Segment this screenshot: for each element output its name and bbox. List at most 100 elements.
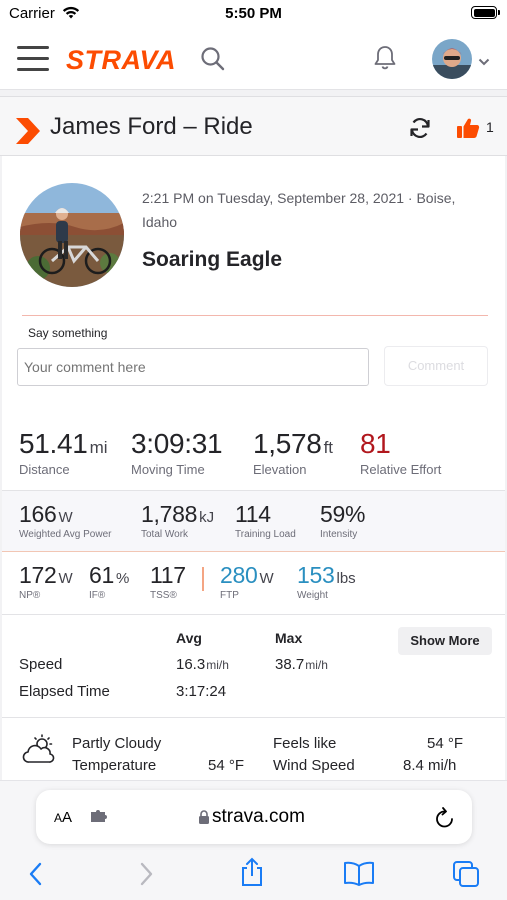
stat-unit: ft xyxy=(323,438,334,457)
wind-speed-value: 8.4 mi/h xyxy=(403,757,457,774)
notifications-bell-icon[interactable] xyxy=(373,45,397,76)
share-icon[interactable] xyxy=(239,857,265,892)
stat-unit: mi xyxy=(89,438,108,457)
strava-logo[interactable]: STRAVA xyxy=(66,45,176,76)
stat-tss: 117 TSS® xyxy=(150,562,186,601)
divider xyxy=(202,567,204,591)
stat-value: 1,578 xyxy=(253,428,322,459)
strava-header: STRAVA xyxy=(0,28,507,90)
stat-value: 81 xyxy=(360,428,391,459)
speed-max-value: 38.7 xyxy=(275,656,305,673)
stat-label: Weighted Avg Power xyxy=(19,529,112,540)
menu-icon[interactable] xyxy=(17,46,49,72)
feels-like-value: 54 °F xyxy=(427,735,464,752)
user-avatar[interactable] xyxy=(432,39,472,79)
kudos-count[interactable]: 1 xyxy=(486,119,494,135)
ios-status-bar: Carrier 5:50 PM xyxy=(0,0,507,28)
stat-weight[interactable]: 153 lbs Weight xyxy=(297,562,356,601)
activity-title: James Ford – Ride xyxy=(50,113,253,140)
activity-title-bar: James Ford – Ride 1 xyxy=(0,96,507,156)
stat-label: Weight xyxy=(297,590,328,601)
bookmarks-icon[interactable] xyxy=(343,861,375,892)
stat-label: NP® xyxy=(19,590,41,601)
stat-value: 114 xyxy=(235,501,271,527)
forward-icon[interactable] xyxy=(136,861,156,892)
speed-avg: 16.3mi/h xyxy=(176,656,229,673)
show-more-button[interactable]: Show More xyxy=(398,627,492,655)
stat-unit: % xyxy=(115,570,130,587)
lock-icon xyxy=(198,809,210,830)
stat-elevation: 1,578 ft Elevation xyxy=(253,428,333,477)
stat-label: TSS® xyxy=(150,590,177,601)
column-header-max: Max xyxy=(275,630,303,646)
address-bar[interactable]: AA strava.com xyxy=(36,790,472,844)
stat-unit: W xyxy=(58,509,73,526)
tabs-icon[interactable] xyxy=(452,860,480,893)
power-stats-row: 166 W Weighted Avg Power 1,788 kJ Total Wo… xyxy=(2,490,505,552)
wind-speed-label: Wind Speed xyxy=(273,757,355,774)
stat-label: Elevation xyxy=(253,462,307,477)
back-icon[interactable] xyxy=(26,861,46,892)
stat-value: 59% xyxy=(320,501,366,527)
stat-label: Moving Time xyxy=(131,462,205,477)
aa-big: A xyxy=(62,809,73,826)
stat-distance: 51.41 mi Distance xyxy=(19,428,108,477)
speed-avg-value: 16.3 xyxy=(176,656,206,673)
elapsed-time-value: 3:17:24 xyxy=(176,683,227,700)
stat-label: FTP xyxy=(220,590,239,601)
aa-small: A xyxy=(54,811,63,825)
divider xyxy=(22,315,488,316)
stat-training-load: 114 Training Load xyxy=(235,501,296,540)
stat-relative-effort[interactable]: 81 Relative Effort xyxy=(360,428,441,477)
stat-label: Intensity xyxy=(320,529,358,540)
stat-label: IF® xyxy=(89,590,106,601)
elapsed-time-label: Elapsed Time xyxy=(19,683,110,700)
kudos-thumbs-up-icon[interactable] xyxy=(456,117,480,144)
stat-value: 280 xyxy=(220,562,258,588)
stat-unit: lbs xyxy=(336,570,356,587)
comment-button[interactable]: Comment xyxy=(384,346,488,386)
strava-chevron-icon xyxy=(16,118,40,149)
activity-card: 2:21 PM on Tuesday, September 28, 2021 ·… xyxy=(2,156,505,780)
premium-stats-row: 172 W NP® 61% IF® 117 TSS® 280 W FTP 153 lb… xyxy=(2,553,505,615)
stat-value: 61 xyxy=(89,562,114,588)
comment-label: Say something xyxy=(28,326,108,340)
stat-value: 117 xyxy=(150,562,186,588)
stat-label: Total Work xyxy=(141,529,189,540)
activity-datetime-location: 2:21 PM on Tuesday, September 28, 2021 ·… xyxy=(142,190,456,230)
search-icon[interactable] xyxy=(200,46,226,77)
partly-cloudy-icon xyxy=(22,734,58,771)
reader-text-size-button[interactable]: AA xyxy=(54,809,72,826)
activity-photo[interactable] xyxy=(20,183,124,287)
stat-value: 1,788 xyxy=(141,501,198,527)
browser-toolbar: AA strava.com xyxy=(0,780,507,900)
weather-condition: Partly Cloudy xyxy=(72,735,162,752)
column-header-avg: Avg xyxy=(176,630,202,646)
speed-max: 38.7mi/h xyxy=(275,656,328,673)
stat-label: Training Load xyxy=(235,529,296,540)
stat-moving-time: 3:09:31 Moving Time xyxy=(131,428,223,477)
speed-max-unit: mi/h xyxy=(305,658,328,672)
stat-value: 51.41 xyxy=(19,428,88,459)
speed-avg-unit: mi/h xyxy=(206,658,229,672)
stat-value: 166 xyxy=(19,501,57,527)
stat-np: 172 W NP® xyxy=(19,562,73,601)
battery-icon xyxy=(471,6,500,19)
stat-label: Distance xyxy=(19,462,70,477)
chevron-down-icon[interactable] xyxy=(478,53,490,71)
speed-label: Speed xyxy=(19,656,63,673)
extension-puzzle-icon[interactable] xyxy=(89,809,109,830)
stat-intensity: 59% Intensity xyxy=(320,501,365,540)
reload-icon[interactable] xyxy=(435,807,455,834)
stat-unit: W xyxy=(58,570,73,587)
refresh-icon[interactable] xyxy=(408,116,432,145)
divider xyxy=(2,717,505,718)
comment-input[interactable] xyxy=(17,348,369,386)
stat-unit: W xyxy=(259,570,274,587)
url-text: strava.com xyxy=(212,806,305,827)
stat-label: Relative Effort xyxy=(360,462,442,477)
stat-weighted-avg-power: 166 W Weighted Avg Power xyxy=(19,501,111,540)
stat-ftp[interactable]: 280 W FTP xyxy=(220,562,274,601)
stat-value: 172 xyxy=(19,562,57,588)
stat-unit: kJ xyxy=(199,509,215,526)
